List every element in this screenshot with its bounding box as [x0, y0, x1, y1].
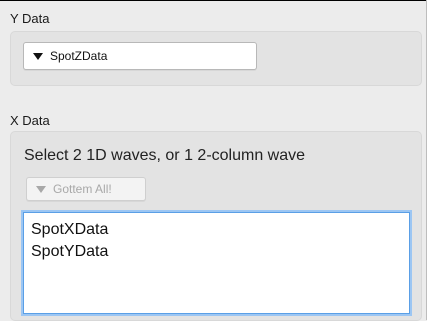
- x-data-instruction: Select 2 1D waves, or 1 2-column wave: [24, 147, 306, 164]
- window-top-border: [0, 0, 427, 1]
- triangle-down-icon: [33, 52, 43, 60]
- list-item[interactable]: SpotYData: [31, 241, 409, 263]
- y-data-popup-value: SpotZData: [50, 49, 108, 63]
- triangle-down-icon: [36, 185, 46, 193]
- y-data-popup[interactable]: SpotZData: [23, 42, 257, 70]
- list-item[interactable]: SpotXData: [31, 219, 409, 241]
- y-data-label: Y Data: [10, 11, 50, 26]
- gottem-all-label: Gottem All!: [53, 182, 112, 196]
- x-data-wave-list[interactable]: SpotXData SpotYData: [23, 212, 410, 314]
- x-data-label: X Data: [10, 113, 50, 128]
- gottem-all-popup[interactable]: Gottem All!: [26, 177, 146, 201]
